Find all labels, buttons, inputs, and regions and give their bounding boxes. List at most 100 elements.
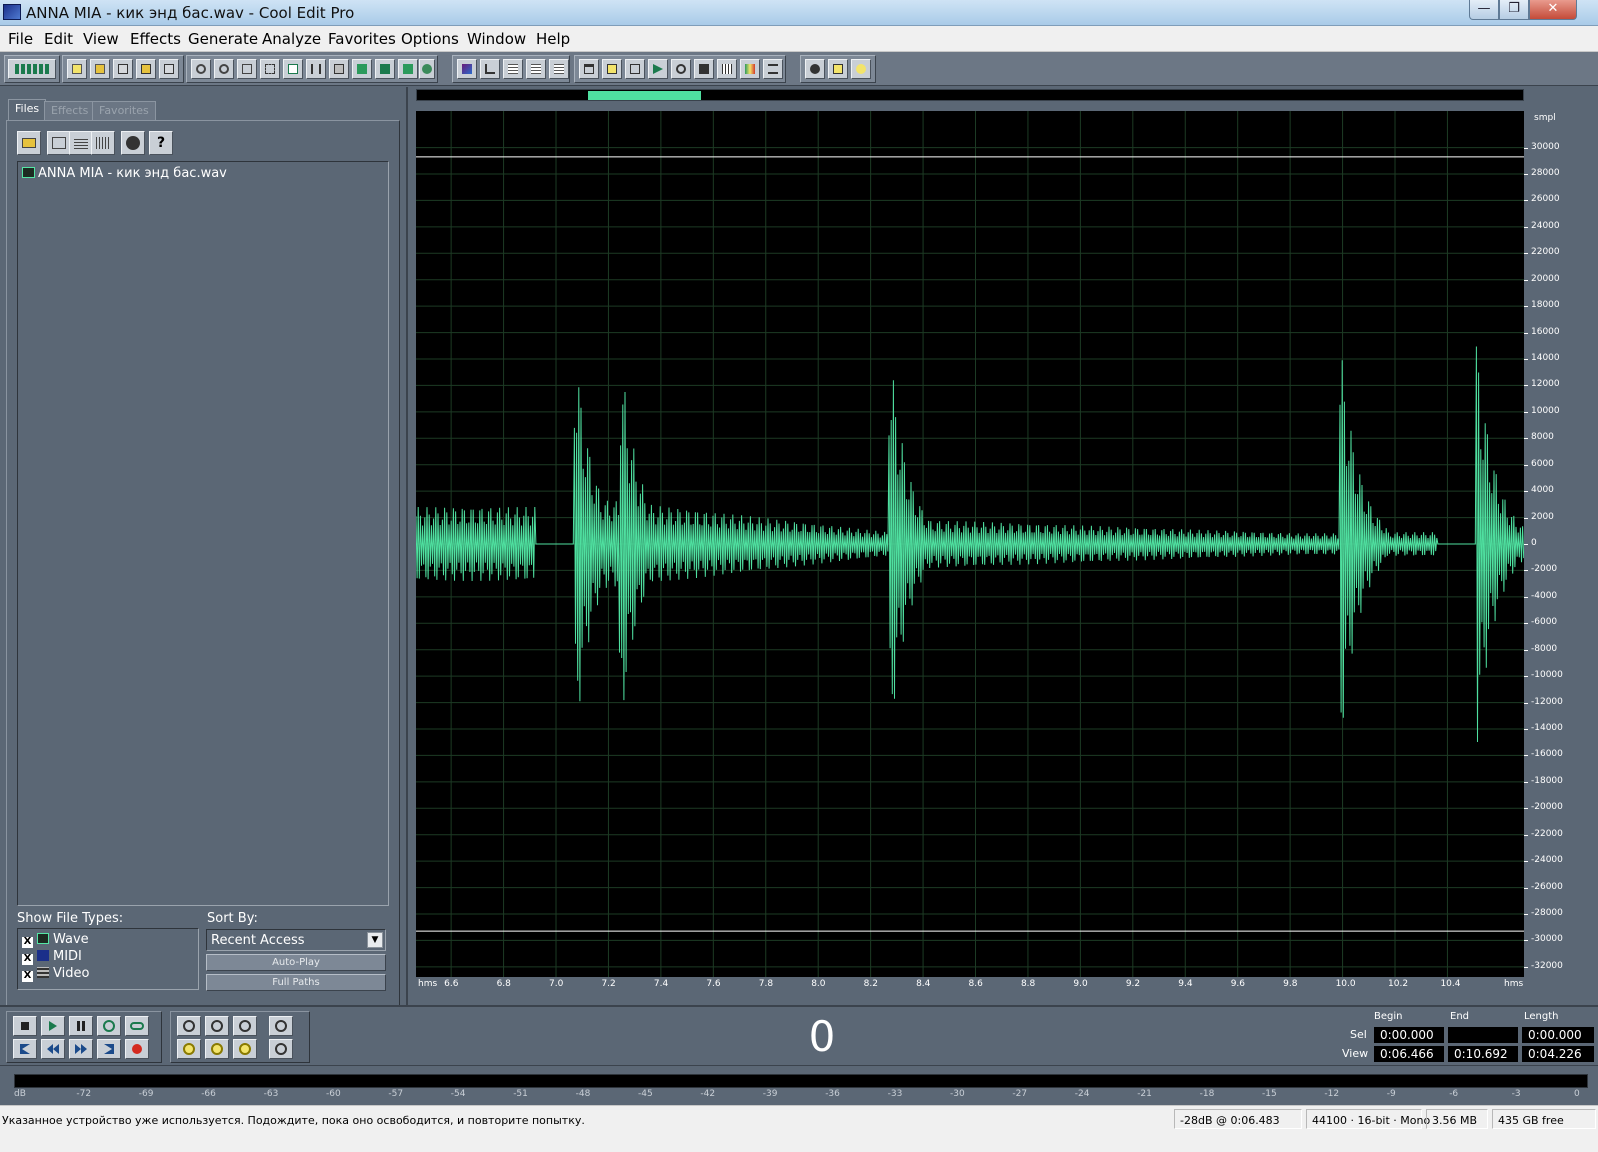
tab-files[interactable]: Files — [8, 99, 47, 121]
zoom-selection-button[interactable] — [233, 1039, 257, 1059]
list-view-button[interactable] — [526, 59, 546, 79]
tab-effects[interactable]: Effects — [44, 101, 96, 120]
overview-visible-range[interactable] — [588, 91, 702, 100]
repeat-button[interactable] — [237, 59, 257, 79]
window-3-button[interactable] — [625, 59, 645, 79]
zoom-right-button[interactable] — [205, 1039, 229, 1059]
settings-button[interactable] — [805, 59, 825, 79]
waveform-display[interactable] — [416, 111, 1524, 977]
time-tick-label: 7.0 — [549, 979, 564, 989]
select-button[interactable] — [260, 59, 280, 79]
fast-forward-button[interactable] — [69, 1039, 93, 1059]
open-file-button[interactable] — [17, 131, 41, 155]
menu-view[interactable]: View — [83, 30, 119, 48]
menu-favorites[interactable]: Favorites — [328, 30, 396, 48]
menu-analyze[interactable]: Analyze — [262, 30, 321, 48]
stop-button[interactable] — [13, 1016, 37, 1036]
menu-edit[interactable]: Edit — [44, 30, 73, 48]
menu-window[interactable]: Window — [467, 30, 526, 48]
cut-button[interactable] — [306, 59, 326, 79]
record-button[interactable] — [125, 1039, 149, 1059]
undo-button[interactable] — [191, 59, 211, 79]
open-file-button[interactable] — [90, 59, 110, 79]
window-2-button[interactable] — [602, 59, 622, 79]
organizer-panel: Files Effects Favorites ? ANNA MIA - кик… — [0, 87, 408, 1023]
play-button[interactable] — [41, 1016, 65, 1036]
sel-begin-field[interactable]: 0:00.000 — [1374, 1027, 1444, 1043]
zoom-vertical-out-button[interactable] — [269, 1039, 293, 1059]
go-to-end-button[interactable] — [97, 1039, 121, 1059]
play-preview-button[interactable] — [648, 59, 668, 79]
new-file-button[interactable] — [67, 59, 87, 79]
zoom-tool-button[interactable] — [671, 59, 691, 79]
tab-favorites[interactable]: Favorites — [92, 101, 156, 120]
go-to-start-button[interactable] — [13, 1039, 37, 1059]
menu-options[interactable]: Options — [401, 30, 459, 48]
help-button[interactable] — [851, 59, 871, 79]
file-type-midi[interactable]: X MIDI — [22, 949, 82, 965]
file-type-wave[interactable]: X Wave — [22, 932, 89, 948]
save-as-button[interactable] — [136, 59, 156, 79]
paste-button[interactable] — [329, 59, 349, 79]
minimize-button[interactable]: — — [1469, 0, 1499, 20]
multitrack-toggle-button[interactable] — [8, 59, 56, 79]
file-list[interactable]: ANNA MIA - кик энд бас.wav — [17, 161, 389, 906]
mix-paste-button[interactable] — [375, 59, 395, 79]
table-view-button[interactable] — [549, 59, 569, 79]
frequency-button[interactable] — [480, 59, 500, 79]
zoom-full-button[interactable] — [233, 1016, 257, 1036]
status-size: 3.56 MB — [1432, 1114, 1478, 1127]
menu-file[interactable]: File — [8, 30, 33, 48]
save-all-button[interactable] — [159, 59, 179, 79]
zoom-in-button[interactable] — [177, 1016, 201, 1036]
zoom-out-button[interactable] — [205, 1016, 229, 1036]
find-button[interactable] — [419, 59, 435, 79]
app-icon[interactable] — [3, 4, 21, 20]
close-button[interactable]: ✕ — [1529, 0, 1577, 20]
video-checkbox[interactable]: X — [22, 971, 33, 982]
loop-button[interactable] — [125, 1016, 149, 1036]
mixer-button[interactable] — [717, 59, 737, 79]
edit-file-button[interactable] — [91, 131, 115, 155]
window-1-button[interactable] — [579, 59, 599, 79]
insert-multitrack-button[interactable] — [69, 131, 93, 155]
counter-button[interactable] — [694, 59, 714, 79]
menu-effects[interactable]: Effects — [130, 30, 181, 48]
spectral-view-button[interactable] — [457, 59, 477, 79]
save-button[interactable] — [113, 59, 133, 79]
view-begin-field[interactable]: 0:06.466 — [1374, 1046, 1444, 1062]
close-file-button[interactable] — [47, 131, 71, 155]
transport-button[interactable] — [763, 59, 783, 79]
redo-button[interactable] — [214, 59, 234, 79]
midi-checkbox[interactable]: X — [22, 954, 33, 965]
menu-help[interactable]: Help — [536, 30, 570, 48]
zoom-left-button[interactable] — [177, 1039, 201, 1059]
sel-end-field[interactable] — [1448, 1027, 1518, 1043]
trim-button[interactable] — [398, 59, 418, 79]
rewind-button[interactable] — [41, 1039, 65, 1059]
full-paths-button[interactable]: Full Paths — [206, 974, 386, 991]
view-length-field[interactable]: 0:04.226 — [1522, 1046, 1594, 1062]
options-button[interactable] — [121, 131, 145, 155]
grid-view-button[interactable] — [503, 59, 523, 79]
list-item[interactable]: ANNA MIA - кик энд бас.wav — [22, 166, 227, 181]
wave-checkbox[interactable]: X — [22, 937, 33, 948]
level-meter-button[interactable] — [740, 59, 760, 79]
play-to-end-button[interactable] — [97, 1016, 121, 1036]
copy-button[interactable] — [283, 59, 303, 79]
chevron-down-icon[interactable]: ▼ — [367, 932, 383, 948]
view-end-field[interactable]: 0:10.692 — [1448, 1046, 1518, 1062]
menu-generate[interactable]: Generate — [188, 30, 258, 48]
sort-by-select[interactable]: Recent Access ▼ — [206, 929, 386, 951]
zoom-vertical-in-button[interactable] — [269, 1016, 293, 1036]
overview-bar[interactable] — [416, 89, 1524, 101]
sel-length-field[interactable]: 0:00.000 — [1522, 1027, 1594, 1043]
help-button[interactable]: ? — [149, 131, 173, 155]
pause-button[interactable] — [69, 1016, 93, 1036]
paste-new-button[interactable] — [352, 59, 372, 79]
amplitude-ruler: smpl 30000 28000 26000 24000 22000 20000 18000… — [1524, 111, 1574, 977]
file-type-video[interactable]: X Video — [22, 966, 89, 982]
script-button[interactable] — [828, 59, 848, 79]
maximize-button[interactable]: ❐ — [1499, 0, 1529, 20]
auto-play-button[interactable]: Auto-Play — [206, 954, 386, 971]
